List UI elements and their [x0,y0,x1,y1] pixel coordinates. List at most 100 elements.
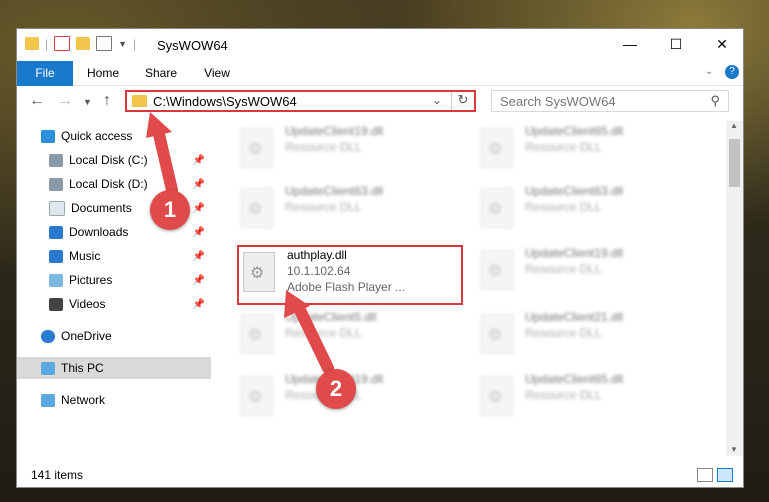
folder-icon [132,95,147,107]
list-item[interactable]: UpdateClient63.dll Resource DLL [477,183,703,239]
file-type: Resource DLL [285,200,362,214]
up-arrow-icon[interactable]: ↑ [103,92,111,110]
tab-view[interactable]: View [195,61,239,85]
dll-file-icon [241,314,273,354]
music-icon [49,249,63,263]
minimize-button[interactable]: — [607,29,653,59]
sidebar-item-label: Network [61,393,106,407]
network-icon [41,393,55,407]
properties-icon[interactable] [54,36,71,51]
large-icons-view-icon[interactable] [717,468,733,482]
help-icon[interactable]: ? [725,65,739,79]
list-item[interactable]: UpdateClient19.dll Resource DLL [237,123,463,179]
pin-icon[interactable]: 📌 [193,275,205,286]
pin-icon[interactable]: 📌 [193,251,205,262]
cloud-icon [41,329,55,343]
sidebar-item-pictures[interactable]: Pictures 📌 [17,269,211,291]
file-name: UpdateClient19.dll [525,246,624,260]
star-icon [41,129,55,143]
file-type: Resource DLL [525,326,602,340]
address-path: C:\Windows\SysWOW64 [153,94,297,109]
list-item[interactable]: UpdateClient5.dll Resource DLL [237,309,463,365]
list-item[interactable]: UpdateClient21.dll Resource DLL [477,309,703,365]
list-item[interactable]: UpdateClient19.dll Resource DLL [477,245,703,301]
file-name: authplay.dll [287,248,347,262]
chevron-down-icon[interactable]: ▼ [118,39,127,49]
sidebar-item-music[interactable]: Music 📌 [17,245,211,267]
title-bar: | ▼ | SysWOW64 — ☐ ✕ [17,29,743,61]
dll-file-icon [481,250,513,290]
expand-ribbon-icon[interactable]: ⌄ [705,66,713,77]
sidebar-item-local-disk-c[interactable]: Local Disk (C:) 📌 [17,149,211,171]
pin-icon[interactable]: 📌 [193,203,205,214]
sidebar-item-label: Pictures [69,273,113,287]
pin-icon[interactable]: 📌 [193,155,205,166]
details-view-icon[interactable] [697,468,713,482]
view-options-icon[interactable] [96,36,113,51]
search-icon: ⚲ [710,93,720,108]
dll-file-icon [241,376,273,416]
sidebar-item-network[interactable]: Network [17,389,211,411]
separator: | [45,36,49,51]
maximize-button[interactable]: ☐ [653,29,699,59]
address-bar[interactable]: C:\Windows\SysWOW64 ⌄ ↻ [125,90,476,112]
folder-icon [25,37,39,50]
quick-access-toolbar: | ▼ | [25,36,136,51]
window-title: SysWOW64 [157,38,228,53]
vertical-scrollbar[interactable]: ▲ ▼ [726,121,743,456]
sidebar-item-onedrive[interactable]: OneDrive [17,325,211,347]
dll-file-icon [481,188,513,228]
forward-arrow-icon[interactable]: → [57,92,73,110]
sidebar-item-label: Music [69,249,101,263]
file-explorer-window: | ▼ | SysWOW64 — ☐ ✕ File Home Share Vie… [16,28,744,488]
scrollbar-thumb[interactable] [729,139,740,187]
computer-icon [41,361,55,375]
sidebar-item-label: Local Disk (C:) [69,153,148,167]
tab-home[interactable]: Home [79,61,127,85]
search-placeholder: Search SysWOW64 [500,94,616,109]
sidebar-item-label: Documents [71,201,132,215]
sidebar-item-quick-access[interactable]: Quick access [17,125,211,147]
back-arrow-icon[interactable]: ← [29,92,45,110]
file-type: Resource DLL [285,140,362,154]
sidebar-item-videos[interactable]: Videos 📌 [17,293,211,315]
sidebar-item-local-disk-d[interactable]: Local Disk (D:) 📌 [17,173,211,195]
pin-icon[interactable]: 📌 [193,227,205,238]
tab-share[interactable]: Share [137,61,185,85]
list-item[interactable]: UpdateClient65.dll Resource DLL [477,371,703,427]
file-name: UpdateClient63.dll [525,184,624,198]
chevron-down-icon[interactable]: ⌄ [432,93,442,107]
list-item[interactable]: UpdateClient63.dll Resource DLL [237,183,463,239]
videos-icon [49,297,63,311]
file-name: UpdateClient21.dll [525,310,624,324]
search-input[interactable]: Search SysWOW64 ⚲ [491,90,729,112]
sidebar-item-label: Local Disk (D:) [69,177,148,191]
separator: | [133,36,137,51]
scroll-up-icon[interactable]: ▲ [730,121,738,130]
file-list: UpdateClient19.dll Resource DLL UpdateCl… [217,121,727,456]
file-type: Adobe Flash Player ... [287,280,406,294]
pin-icon[interactable]: 📌 [193,179,205,190]
pin-icon[interactable]: 📌 [193,299,205,310]
new-folder-icon[interactable] [76,37,91,50]
close-button[interactable]: ✕ [699,29,743,59]
file-name: UpdateClient65.dll [525,124,624,138]
file-type: Resource DLL [285,326,362,340]
file-name: UpdateClient63.dll [285,184,384,198]
scroll-down-icon[interactable]: ▼ [730,445,738,454]
file-type: Resource DLL [525,388,602,402]
documents-icon [49,200,65,216]
ribbon: File Home Share View ⌄ ? [17,61,743,117]
sidebar-item-label: Quick access [61,129,133,143]
status-bar: 141 items [17,463,743,487]
list-item[interactable]: UpdateClient65.dll Resource DLL [477,123,703,179]
file-name: UpdateClient19.dll [285,124,384,138]
refresh-icon[interactable]: ↻ [451,92,474,110]
sidebar-item-this-pc[interactable]: This PC [17,357,211,379]
dll-file-icon [481,314,513,354]
step-marker-2: 2 [316,369,356,409]
recent-locations-icon[interactable]: ▼ [83,97,92,107]
list-item-authplay[interactable]: authplay.dll 10.1.102.64 Adobe Flash Pla… [237,245,463,305]
file-name: UpdateClient65.dll [525,372,624,386]
file-type: Resource DLL [525,262,602,276]
